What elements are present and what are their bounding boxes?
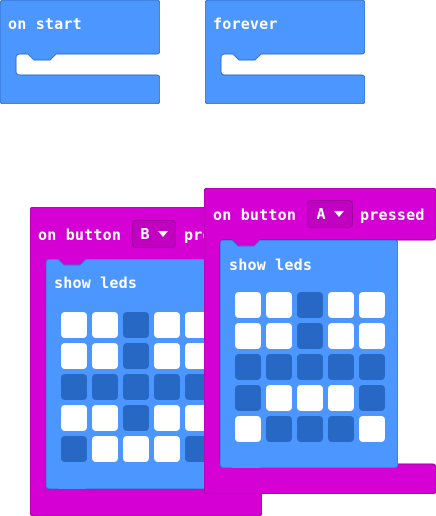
- led-cell[interactable]: [266, 416, 292, 442]
- on-button-a-suffix: pressed: [360, 206, 425, 224]
- chevron-down-icon: [157, 231, 168, 237]
- led-grid-b[interactable]: [61, 312, 211, 462]
- led-cell[interactable]: [297, 416, 323, 442]
- led-cell[interactable]: [235, 354, 261, 380]
- button-a-dropdown[interactable]: A: [307, 200, 353, 228]
- led-cell[interactable]: [92, 374, 118, 400]
- led-cell[interactable]: [154, 312, 180, 338]
- led-cell[interactable]: [266, 354, 292, 380]
- show-leds-a-label: show leds: [229, 256, 313, 274]
- led-cell[interactable]: [92, 343, 118, 369]
- led-cell[interactable]: [266, 292, 292, 318]
- on-button-a-prefix: on button: [213, 206, 297, 224]
- led-cell[interactable]: [359, 416, 385, 442]
- led-cell[interactable]: [235, 385, 261, 411]
- forever-label: forever: [213, 15, 278, 33]
- led-cell[interactable]: [328, 323, 354, 349]
- led-cell[interactable]: [61, 312, 87, 338]
- led-cell[interactable]: [123, 343, 149, 369]
- led-cell[interactable]: [297, 385, 323, 411]
- chevron-down-icon: [333, 211, 344, 217]
- led-cell[interactable]: [92, 405, 118, 431]
- led-cell[interactable]: [92, 312, 118, 338]
- led-cell[interactable]: [359, 292, 385, 318]
- on-button-b-prefix: on button: [38, 226, 122, 244]
- led-cell[interactable]: [328, 354, 354, 380]
- led-cell[interactable]: [297, 354, 323, 380]
- led-cell[interactable]: [359, 323, 385, 349]
- forever-block[interactable]: forever: [205, 0, 365, 104]
- led-grid-a[interactable]: [235, 292, 385, 442]
- led-cell[interactable]: [235, 292, 261, 318]
- button-b-value: B: [140, 225, 150, 243]
- button-a-value: A: [316, 205, 326, 223]
- led-cell[interactable]: [266, 323, 292, 349]
- led-cell[interactable]: [61, 405, 87, 431]
- led-cell[interactable]: [297, 292, 323, 318]
- led-cell[interactable]: [92, 436, 118, 462]
- button-b-dropdown[interactable]: B: [132, 220, 176, 248]
- led-cell[interactable]: [123, 436, 149, 462]
- led-cell[interactable]: [328, 292, 354, 318]
- led-cell[interactable]: [328, 416, 354, 442]
- led-cell[interactable]: [328, 385, 354, 411]
- led-cell[interactable]: [123, 374, 149, 400]
- on-start-label: on start: [8, 15, 82, 33]
- led-cell[interactable]: [61, 436, 87, 462]
- led-cell[interactable]: [154, 343, 180, 369]
- led-cell[interactable]: [61, 343, 87, 369]
- led-cell[interactable]: [154, 436, 180, 462]
- led-cell[interactable]: [154, 405, 180, 431]
- led-cell[interactable]: [235, 323, 261, 349]
- led-cell[interactable]: [359, 385, 385, 411]
- led-cell[interactable]: [123, 405, 149, 431]
- led-cell[interactable]: [297, 323, 323, 349]
- on-start-block[interactable]: on start: [0, 0, 160, 104]
- on-button-a-block[interactable]: on button A pressed show leds: [204, 188, 436, 494]
- show-leds-b-label: show leds: [54, 274, 138, 292]
- led-cell[interactable]: [61, 374, 87, 400]
- led-cell[interactable]: [154, 374, 180, 400]
- led-cell[interactable]: [359, 354, 385, 380]
- led-cell[interactable]: [235, 416, 261, 442]
- led-cell[interactable]: [123, 312, 149, 338]
- led-cell[interactable]: [266, 385, 292, 411]
